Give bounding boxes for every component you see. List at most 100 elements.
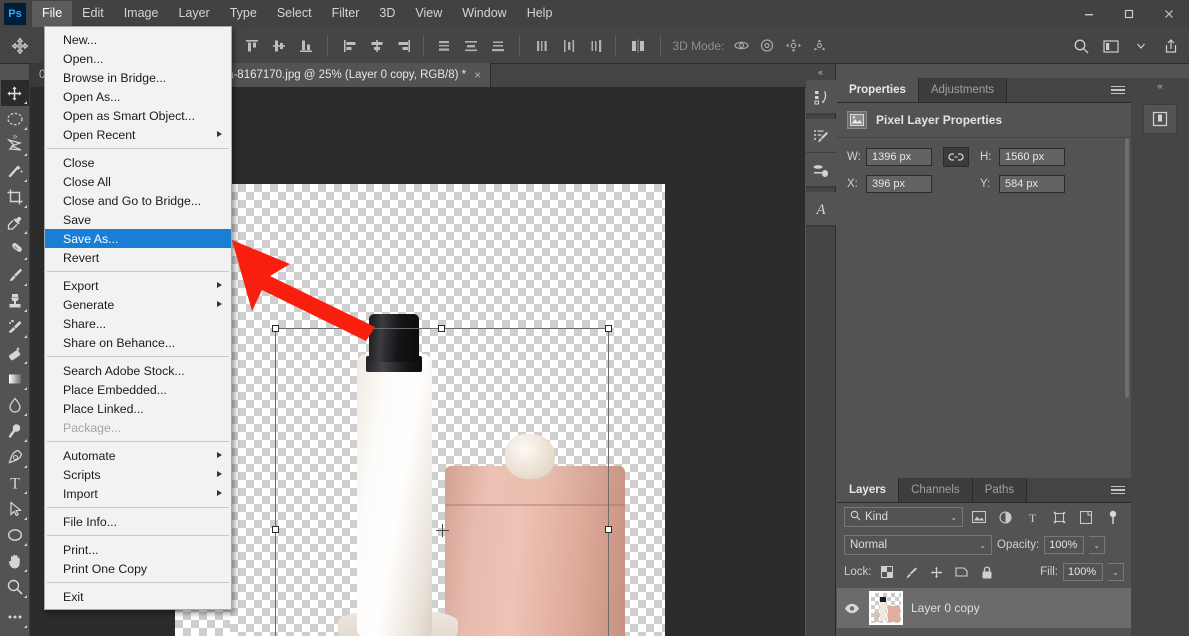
layer-row[interactable]: Layer 0 copy: [837, 588, 1131, 628]
panel-menu-icon[interactable]: [1111, 83, 1125, 97]
menu-3d[interactable]: 3D: [369, 1, 405, 27]
menu-item-save-as[interactable]: Save As...: [45, 229, 231, 248]
layer-thumbnail[interactable]: [869, 591, 903, 625]
close-icon[interactable]: ×: [474, 69, 481, 81]
filter-pixel-icon[interactable]: [968, 507, 990, 527]
3d-orbit-icon[interactable]: [728, 34, 754, 58]
menu-item-search-adobe-stock[interactable]: Search Adobe Stock...: [45, 361, 231, 380]
menu-item-print[interactable]: Print...: [45, 540, 231, 559]
filter-shape-icon[interactable]: [1049, 507, 1071, 527]
move-tool-icon[interactable]: [0, 28, 40, 64]
menu-item-new[interactable]: New...: [45, 30, 231, 49]
menu-item-automate[interactable]: Automate: [45, 446, 231, 465]
menu-item-import[interactable]: Import: [45, 484, 231, 503]
menu-item-close-and-go-to-bridge[interactable]: Close and Go to Bridge...: [45, 191, 231, 210]
opacity-stepper-icon[interactable]: ⌄: [1089, 536, 1106, 554]
fill-input[interactable]: 100%: [1063, 563, 1103, 581]
layer-filter-kind-select[interactable]: Kind ⌄: [844, 507, 964, 527]
menu-layer[interactable]: Layer: [168, 1, 219, 27]
tab-layers[interactable]: Layers: [837, 478, 900, 502]
align-bottom-edges-icon[interactable]: [293, 34, 318, 58]
menu-item-place-linked[interactable]: Place Linked...: [45, 399, 231, 418]
healing-brush-tool[interactable]: [1, 236, 29, 262]
close-icon[interactable]: [1149, 0, 1189, 28]
menu-item-share-on-behance[interactable]: Share on Behance...: [45, 333, 231, 352]
tab-properties[interactable]: Properties: [837, 78, 919, 102]
lock-transparency-icon[interactable]: [877, 563, 897, 581]
menu-select[interactable]: Select: [267, 1, 322, 27]
menu-item-share[interactable]: Share...: [45, 314, 231, 333]
brush-settings-icon[interactable]: [806, 119, 836, 153]
align-vertical-centers-icon[interactable]: [266, 34, 291, 58]
menu-view[interactable]: View: [405, 1, 452, 27]
filter-type-icon[interactable]: T: [1022, 507, 1044, 527]
file-menu-dropdown[interactable]: New... Open... Browse in Bridge... Open …: [44, 26, 232, 610]
menu-type[interactable]: Type: [220, 1, 267, 27]
menu-filter[interactable]: Filter: [322, 1, 370, 27]
chevron-down-icon[interactable]: ⌄: [979, 541, 986, 550]
move-tool[interactable]: [0, 80, 29, 106]
hand-tool[interactable]: [1, 548, 29, 574]
minimize-icon[interactable]: [1069, 0, 1109, 28]
filter-adjustment-icon[interactable]: [995, 507, 1017, 527]
menu-item-print-one-copy[interactable]: Print One Copy: [45, 559, 231, 578]
layer-name[interactable]: Layer 0 copy: [911, 601, 980, 615]
document-canvas[interactable]: [230, 184, 665, 636]
menu-image[interactable]: Image: [114, 1, 169, 27]
type-tool[interactable]: T: [1, 470, 29, 496]
eye-icon[interactable]: [843, 603, 861, 614]
edit-toolbar-button[interactable]: [1, 604, 29, 630]
share-icon[interactable]: [1157, 32, 1185, 60]
menu-file[interactable]: File: [32, 1, 73, 27]
width-input[interactable]: 1396 px: [866, 148, 932, 166]
filter-smart-object-icon[interactable]: [1075, 507, 1097, 527]
distribute-left-edges-icon[interactable]: [529, 34, 554, 58]
distribute-bottom-edges-icon[interactable]: [485, 34, 510, 58]
blur-tool[interactable]: [1, 392, 29, 418]
panel-menu-icon[interactable]: [1111, 483, 1125, 497]
history-brush-tool[interactable]: [1, 314, 29, 340]
elliptical-marquee-tool[interactable]: [1, 106, 29, 132]
menu-edit[interactable]: Edit: [72, 1, 114, 27]
gradient-tool[interactable]: [1, 366, 29, 392]
align-left-edges-icon[interactable]: [337, 34, 362, 58]
distribute-horizontal-centers-icon[interactable]: [556, 34, 581, 58]
distribute-vertical-centers-icon[interactable]: [458, 34, 483, 58]
ellipse-tool[interactable]: [1, 522, 29, 548]
menu-item-scripts[interactable]: Scripts: [45, 465, 231, 484]
magic-wand-tool[interactable]: [1, 158, 29, 184]
menu-item-open-recent[interactable]: Open Recent: [45, 125, 231, 144]
blend-mode-select[interactable]: Normal ⌄: [844, 535, 992, 555]
eraser-tool[interactable]: [1, 340, 29, 366]
lock-all-icon[interactable]: [977, 563, 997, 581]
chevron-double-left-icon[interactable]: «: [1131, 78, 1189, 94]
menu-item-browse-in-bridge[interactable]: Browse in Bridge...: [45, 68, 231, 87]
character-styles-icon[interactable]: A: [806, 192, 836, 226]
chevron-double-left-icon[interactable]: «: [806, 64, 835, 80]
menu-item-open[interactable]: Open...: [45, 49, 231, 68]
menu-window[interactable]: Window: [452, 1, 516, 27]
tab-adjustments[interactable]: Adjustments: [918, 78, 1008, 102]
align-horizontal-centers-icon[interactable]: [364, 34, 389, 58]
menu-item-close[interactable]: Close: [45, 153, 231, 172]
menu-item-open-as-smart-object[interactable]: Open as Smart Object...: [45, 106, 231, 125]
menu-item-close-all[interactable]: Close All: [45, 172, 231, 191]
lasso-tool[interactable]: [1, 132, 29, 158]
tab-channels[interactable]: Channels: [899, 478, 973, 502]
align-top-edges-icon[interactable]: [239, 34, 264, 58]
lock-image-pixels-icon[interactable]: [902, 563, 922, 581]
opacity-input[interactable]: 100%: [1044, 536, 1085, 554]
link-dimensions-icon[interactable]: [943, 147, 969, 167]
menu-item-file-info[interactable]: File Info...: [45, 512, 231, 531]
brush-tool[interactable]: [1, 262, 29, 288]
lock-artboard-nesting-icon[interactable]: [952, 563, 972, 581]
fill-stepper-icon[interactable]: ⌄: [1108, 563, 1124, 581]
history-icon[interactable]: [806, 80, 836, 114]
menu-item-generate[interactable]: Generate: [45, 295, 231, 314]
dodge-tool[interactable]: [1, 418, 29, 444]
libraries-icon[interactable]: [1143, 104, 1177, 134]
menu-item-export[interactable]: Export: [45, 276, 231, 295]
pen-tool[interactable]: [1, 444, 29, 470]
chevron-down-icon[interactable]: [1127, 32, 1155, 60]
crop-tool[interactable]: [1, 184, 29, 210]
